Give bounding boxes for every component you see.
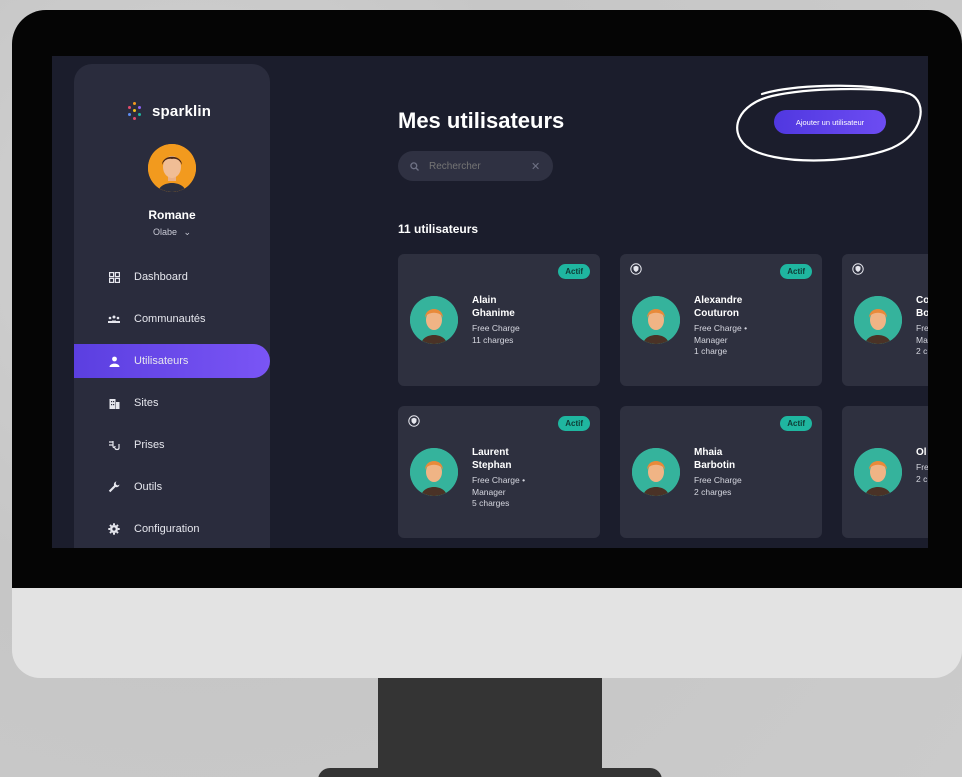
grid-icon [108,271,120,283]
sidebar-item-communautes[interactable]: Communautés [74,302,270,336]
shield-icon [408,415,420,427]
sidebar-item-label: Outils [134,481,163,493]
sidebar-nav: Dashboard Communautés Utilisateurs Sites… [74,260,270,548]
sidebar-item-label: Sites [134,397,159,409]
app-screen: sparklin Romane Olabe ⌄ Dashboard Commun… [52,56,928,548]
user-charges: 1 charge [694,346,728,356]
user-first-name: Alexandre [694,295,743,306]
org-name: Olabe [152,227,177,237]
avatar [854,296,902,344]
chevron-down-icon: ⌄ [183,227,192,237]
user-last-name: Couturon [694,308,739,319]
search-bar[interactable]: ✕ [398,151,553,181]
user-first-name: Mhaia [694,447,723,458]
sidebar-item-label: Configuration [134,523,200,535]
gear-icon [108,523,120,535]
sidebar-item-label: Communautés [134,313,206,325]
user-plan: Free Charge [694,475,742,485]
user-card[interactable]: Actif Mhaia Barbotin Free Charge 2 charg… [620,406,822,538]
sidebar: sparklin Romane Olabe ⌄ Dashboard Commun… [74,64,270,548]
user-plan: Fre [916,462,928,472]
user-first-name: Ol [916,447,927,458]
search-input[interactable] [429,160,521,172]
sidebar-item-label: Prises [134,439,165,451]
user-name: Romane [148,208,196,222]
sidebar-item-outils[interactable]: Outils [74,470,270,504]
user-charges: 2 charges [694,486,732,497]
clear-icon[interactable]: ✕ [531,160,540,173]
user-card[interactable]: Actif Alexandre Couturon Free Charge • M… [620,254,822,386]
user-charges: 2 c [916,346,928,356]
user-avatar[interactable] [148,144,196,192]
org-selector[interactable]: Olabe ⌄ [74,227,270,238]
user-card[interactable]: Co Bo Fre Ma 2 c [842,254,928,386]
user-last-name: Bo [916,308,928,319]
status-badge: Actif [780,264,812,279]
user-card[interactable]: Ol Fre 2 c [842,406,928,538]
building-icon [108,397,120,409]
user-last-name: Stephan [472,460,512,471]
sidebar-item-dashboard[interactable]: Dashboard [74,260,270,294]
sidebar-item-label: Utilisateurs [134,355,189,367]
app-logo[interactable]: sparklin [126,102,211,120]
user-charges: 2 c [916,473,928,484]
sparklin-logo-icon [126,102,144,120]
monitor-stand [378,678,602,777]
monitor-chin [12,588,962,678]
user-plan: Free Charge [472,323,520,333]
user-role: Ma [916,334,928,345]
sidebar-item-utilisateurs[interactable]: Utilisateurs [74,344,270,378]
plug-icon [108,439,120,451]
logo-text: sparklin [152,102,212,120]
user-plan: Free Charge • [694,323,748,333]
user-first-name: Co [916,295,928,306]
user-plan: Free Charge • [472,475,526,485]
user-card[interactable]: Actif Laurent Stephan Free Charge • Mana… [398,406,600,538]
user-charges: 5 charges [472,498,510,508]
page-title: Mes utilisateurs [398,108,565,133]
community-icon [108,313,120,325]
status-badge: Actif [558,416,590,431]
sidebar-item-sites[interactable]: Sites [74,386,270,420]
avatar [854,448,902,496]
shield-icon [630,263,642,275]
status-badge: Actif [558,264,590,279]
user-first-name: Alain [472,295,497,306]
avatar [632,296,680,344]
monitor-stand-base [318,768,662,777]
avatar [410,448,458,496]
sidebar-item-configuration[interactable]: Configuration [74,512,270,546]
user-icon [108,355,120,367]
sidebar-item-prises[interactable]: Prises [74,428,270,462]
user-card[interactable]: Actif Alain Ghanime Free Charge 11 charg… [398,254,600,386]
shield-icon [852,263,864,275]
user-last-name: Ghanime [472,308,515,319]
avatar [410,296,458,344]
user-first-name: Laurent [472,447,509,458]
sidebar-item-label: Dashboard [134,271,188,283]
user-plan: Fre [916,323,928,333]
wrench-icon [108,481,120,493]
search-icon [410,161,419,171]
user-charges: 11 charges [472,334,514,345]
add-user-button[interactable]: Ajouter un utilisateur [774,110,886,134]
avatar [632,448,680,496]
user-count: 11 utilisateurs [398,222,479,236]
status-badge: Actif [780,416,812,431]
user-role: Manager [694,334,728,345]
user-role: Manager [472,486,506,497]
user-last-name: Barbotin [694,460,736,471]
